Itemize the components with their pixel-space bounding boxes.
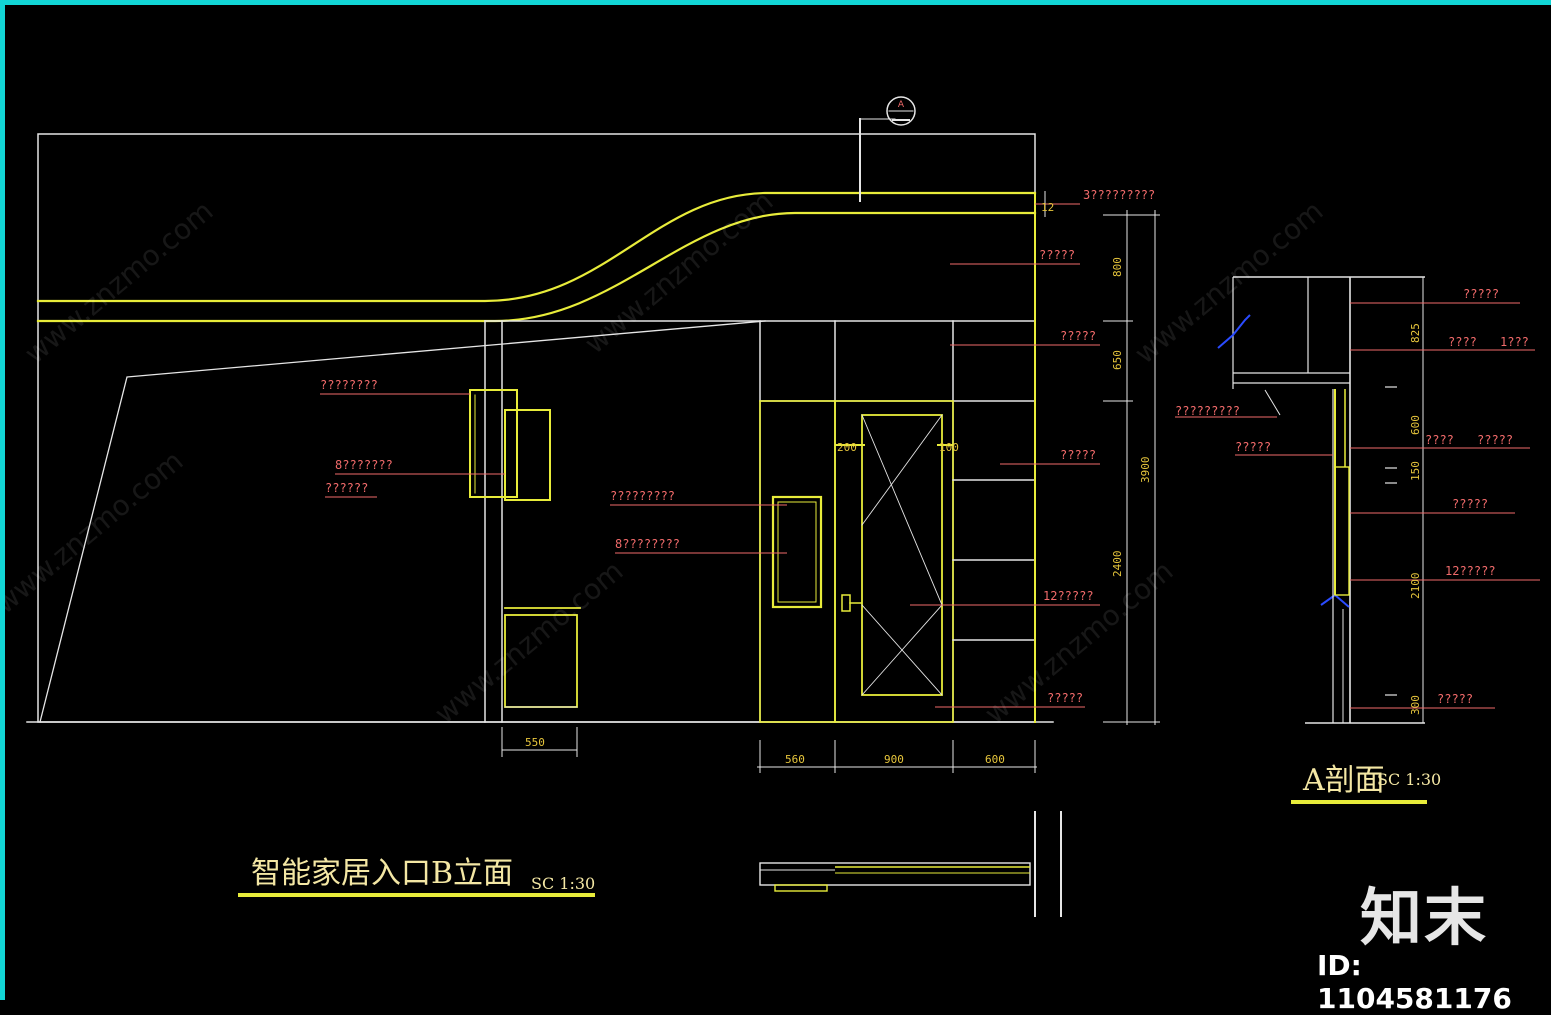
section-dim-1: 825 bbox=[1409, 323, 1422, 343]
section-scale: SC 1:30 bbox=[1377, 770, 1441, 789]
section-label-5: 12????? bbox=[1445, 564, 1496, 578]
elevation-title: 智能家居入口B立面 bbox=[251, 856, 513, 891]
cad-drawing: A 3????????? ????? ????? ????? 12????? ?… bbox=[5, 96, 1540, 917]
section-label-3: ???? bbox=[1425, 433, 1454, 447]
watermark-text-1: www.znzmo.com bbox=[18, 194, 219, 370]
section-label-6: ????? bbox=[1437, 692, 1473, 706]
control-panel bbox=[771, 495, 823, 609]
elevation-leaders bbox=[320, 203, 1100, 708]
section-marker-label: A bbox=[898, 100, 905, 110]
label-mid1: ????????? bbox=[610, 489, 675, 503]
dim-v-650: 650 bbox=[1111, 350, 1124, 370]
dim-bottom-left: 550 bbox=[525, 736, 545, 749]
wall-box-side bbox=[504, 409, 551, 501]
watermark-text-4: www.znzmo.com bbox=[428, 554, 629, 730]
dim-v-2400: 2400 bbox=[1111, 551, 1124, 578]
dim-bottom-1: 560 bbox=[785, 753, 805, 766]
dim-bottom-2: 900 bbox=[884, 753, 904, 766]
section-a bbox=[1217, 276, 1425, 724]
section-label-2b: 1??? bbox=[1500, 335, 1529, 349]
label-mid2: 8???????? bbox=[615, 537, 680, 551]
side-panel-left bbox=[759, 400, 836, 723]
section-title: A剖面 bbox=[1302, 763, 1385, 798]
watermark-text-2: www.znzmo.com bbox=[578, 184, 779, 360]
label-r2: ????? bbox=[1060, 329, 1096, 343]
dim-door-width: 200 bbox=[837, 441, 857, 454]
label-left1: ???????? bbox=[320, 378, 378, 392]
section-label-left-a: ????????? bbox=[1175, 404, 1240, 418]
section-dim-2: 600 bbox=[1409, 415, 1422, 435]
label-left3: ?????? bbox=[325, 481, 368, 495]
label-left2: 8??????? bbox=[335, 458, 393, 472]
wall-box-front bbox=[469, 389, 518, 498]
dim-v-800: 800 bbox=[1111, 257, 1124, 277]
label-top-right: 3????????? bbox=[1083, 188, 1155, 202]
label-r5: ????? bbox=[1047, 691, 1083, 705]
watermark-text-6: www.znzmo.com bbox=[5, 444, 189, 620]
watermarks: www.znzmo.com www.znzmo.com www.znzmo.co… bbox=[5, 184, 1329, 730]
section-label-left-b: ????? bbox=[1235, 440, 1271, 454]
door-handle bbox=[841, 594, 851, 612]
label-r3: ????? bbox=[1060, 448, 1096, 462]
section-label-2: ???? bbox=[1448, 335, 1477, 349]
door-glass bbox=[861, 414, 943, 696]
section-label-1: ????? bbox=[1463, 287, 1499, 301]
slanted-wall bbox=[39, 320, 766, 723]
plan-detail bbox=[759, 811, 1062, 917]
dim-bottom-3: 600 bbox=[985, 753, 1005, 766]
section-dim-4: 2100 bbox=[1409, 573, 1422, 600]
section-dim-5: 300 bbox=[1409, 695, 1422, 715]
section-ticks bbox=[1385, 386, 1397, 696]
section-label-3b: ????? bbox=[1477, 433, 1513, 447]
section-label-4: ????? bbox=[1452, 497, 1488, 511]
label-r4: 12????? bbox=[1043, 589, 1094, 603]
image-id: ID: 1104581176 bbox=[1317, 949, 1512, 1015]
brand-logo: 知末 bbox=[1360, 881, 1489, 954]
cad-viewport: A 3????????? ????? ????? ????? 12????? ?… bbox=[0, 0, 1551, 1015]
label-r1: ????? bbox=[1039, 248, 1075, 262]
elevation-dimension-lines bbox=[501, 191, 1160, 773]
dim-v-3900: 3900 bbox=[1139, 457, 1152, 484]
elevation-scale: SC 1:30 bbox=[531, 874, 595, 893]
dim-door-gap: 100 bbox=[939, 441, 959, 454]
dim-small-top: 12 bbox=[1041, 201, 1054, 214]
section-dim-3: 150 bbox=[1409, 461, 1422, 481]
watermark-text-3: www.znzmo.com bbox=[1128, 194, 1329, 370]
